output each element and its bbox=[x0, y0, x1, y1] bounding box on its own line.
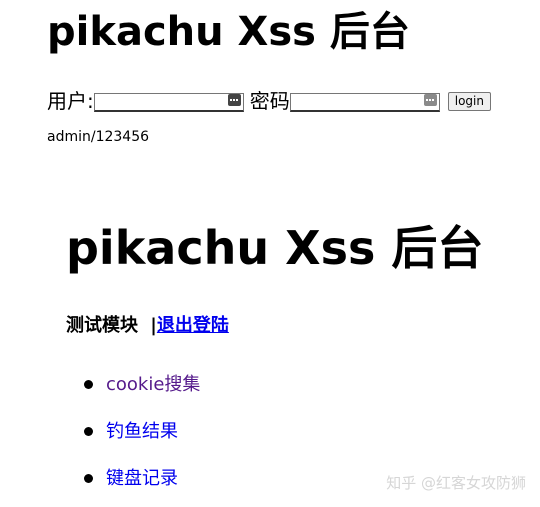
login-page-title: pikachu Xss 后台 bbox=[47, 9, 410, 55]
page: pikachu Xss 后台 用户: 密码 login admin/123456… bbox=[0, 0, 540, 507]
list-item: 钓鱼结果 bbox=[84, 413, 200, 460]
module-bar: 测试模块 |退出登陆 bbox=[66, 314, 229, 338]
keylogger-link[interactable]: 键盘记录 bbox=[106, 467, 178, 491]
login-button[interactable]: login bbox=[447, 91, 491, 111]
module-menu: cookie搜集 钓鱼结果 键盘记录 bbox=[84, 366, 200, 507]
password-input[interactable] bbox=[289, 92, 440, 112]
credentials-hint: admin/123456 bbox=[47, 129, 150, 145]
list-item: cookie搜集 bbox=[84, 366, 200, 413]
watermark: 知乎 @红客女攻防狮 bbox=[386, 474, 526, 492]
phishing-results-link[interactable]: 钓鱼结果 bbox=[106, 420, 178, 444]
password-manager-icon[interactable] bbox=[227, 93, 241, 106]
username-input[interactable] bbox=[93, 92, 244, 112]
password-field-wrap bbox=[289, 91, 446, 112]
username-label: 用户: bbox=[47, 89, 94, 113]
cookie-collect-link[interactable]: cookie搜集 bbox=[106, 373, 200, 397]
password-label: 密码 bbox=[249, 89, 290, 113]
logout-link[interactable]: 退出登陆 bbox=[157, 315, 229, 336]
bullet-icon bbox=[84, 474, 93, 483]
list-item: 键盘记录 bbox=[84, 460, 200, 507]
bullet-icon bbox=[84, 427, 93, 436]
password-manager-icon[interactable] bbox=[423, 93, 437, 106]
bullet-icon bbox=[84, 380, 93, 389]
module-label: 测试模块 bbox=[66, 315, 138, 336]
username-field-wrap bbox=[93, 91, 250, 112]
login-form: 用户: 密码 login bbox=[47, 88, 491, 114]
separator: | bbox=[150, 315, 157, 336]
admin-page-title: pikachu Xss 后台 bbox=[66, 221, 484, 275]
